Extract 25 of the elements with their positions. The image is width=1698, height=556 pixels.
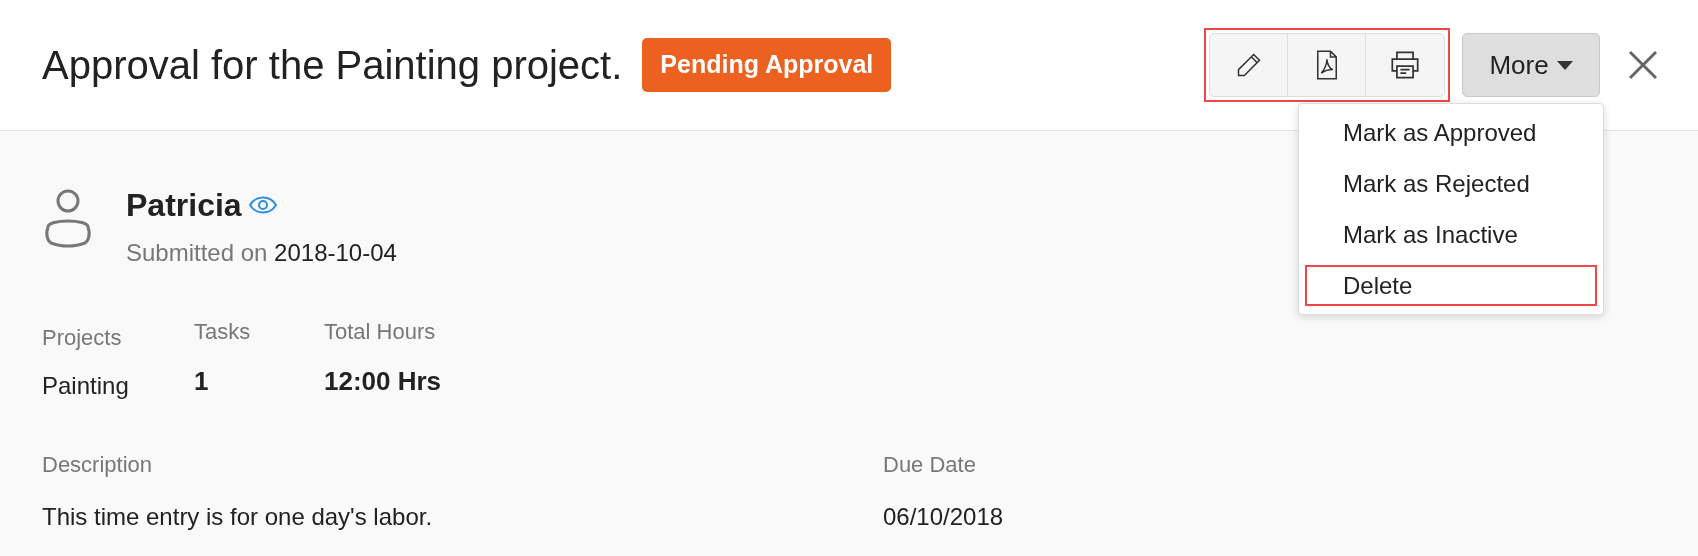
submitted-date: 2018-10-04 <box>274 239 397 266</box>
field-label: Description <box>42 451 154 479</box>
submitter-name: Patricia <box>126 186 242 225</box>
menu-item[interactable]: Mark as Rejected <box>1305 163 1597 204</box>
more-button[interactable]: More <box>1462 33 1600 97</box>
field-value: This time entry is for one day's labor. <box>42 502 434 532</box>
printer-icon <box>1390 51 1420 79</box>
field-label: Due Date <box>883 451 977 479</box>
menu-item[interactable]: Mark as Inactive <box>1305 214 1597 255</box>
pdf-file-icon <box>1314 50 1339 80</box>
menu-item[interactable]: Mark as Approved <box>1305 112 1597 153</box>
page-title: Approval for the Painting project. <box>42 42 623 89</box>
field-value: Painting <box>42 371 130 401</box>
field-label: Total Hours <box>324 318 437 346</box>
field-value: 12:00 Hrs <box>324 365 443 398</box>
menu-item[interactable]: Delete <box>1305 265 1597 306</box>
eye-icon[interactable] <box>247 195 278 215</box>
close-icon[interactable] <box>1628 50 1658 80</box>
caret-down-icon <box>1556 60 1573 70</box>
submitted-label: Submitted on <box>126 239 268 266</box>
status-badge: Pending Approval <box>642 38 892 92</box>
field-value: 1 <box>194 365 210 398</box>
field-label: Tasks <box>194 318 252 346</box>
field-label: Projects <box>42 324 123 352</box>
field-value: 06/10/2018 <box>883 502 1004 532</box>
